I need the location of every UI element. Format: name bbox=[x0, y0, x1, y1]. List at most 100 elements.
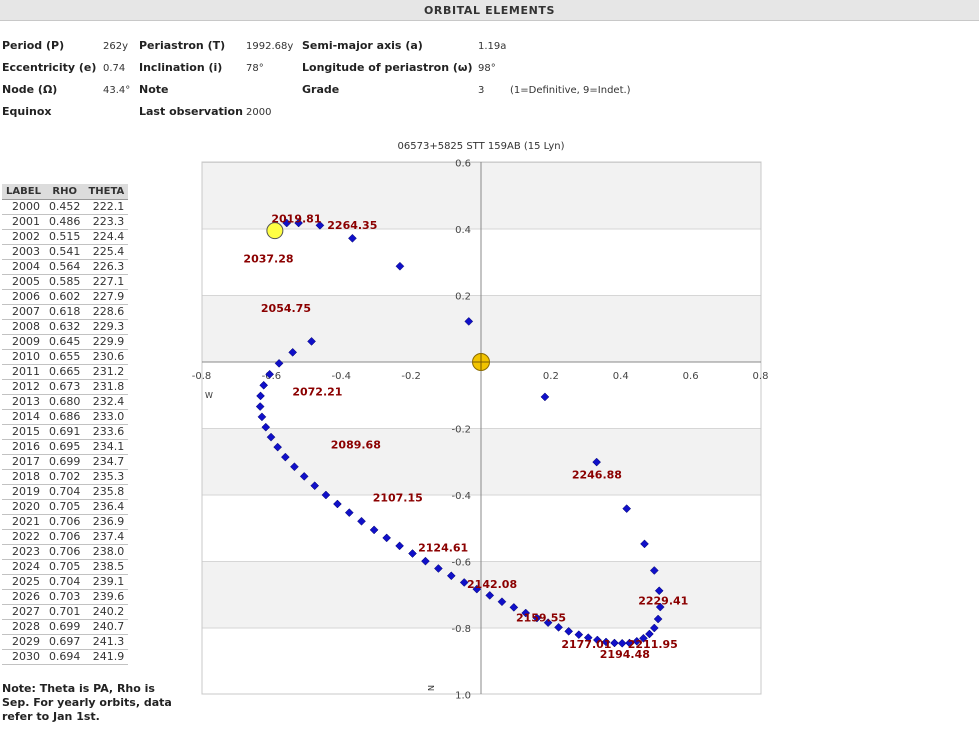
y-tick-label: 0.6 bbox=[455, 159, 471, 170]
column-header-label: LABEL bbox=[2, 184, 45, 200]
row-theta: 233.6 bbox=[84, 424, 129, 440]
orbit-plot-frame: 06573+5825 STT 159AB (15 Lyn) -0.8 -0.6 -0… bbox=[181, 132, 781, 730]
periastron-label: Periastron (T) bbox=[139, 39, 226, 52]
chart-title: 06573+5825 STT 159AB (15 Lyn) bbox=[398, 141, 565, 152]
table-row: 2030 0.694 241.9 bbox=[2, 649, 129, 665]
row-rho: 0.645 bbox=[44, 334, 85, 350]
row-label: 2007 bbox=[2, 304, 45, 320]
table-row: 2027 0.701 240.2 bbox=[2, 604, 129, 620]
row-theta: 224.4 bbox=[84, 229, 129, 245]
column-header-theta: THETA bbox=[84, 184, 129, 200]
epoch-label: 2211.95 bbox=[628, 638, 678, 651]
ephemeris-note: Note: Theta is PA, Rho is Sep. For yearl… bbox=[2, 682, 172, 723]
row-theta: 222.1 bbox=[84, 199, 129, 215]
table-row: 2015 0.691 233.6 bbox=[2, 424, 129, 440]
table-row: 2011 0.665 231.2 bbox=[2, 364, 129, 380]
ephemeris-table: LABEL RHO THETA 2000 0.452 222.1 2001 0.486 2… bbox=[2, 184, 129, 665]
y-tick-label: 0.2 bbox=[455, 292, 471, 303]
row-theta: 232.4 bbox=[84, 394, 129, 410]
table-row: 2001 0.486 223.3 bbox=[2, 214, 129, 230]
x-tick-label: 0.4 bbox=[613, 371, 629, 382]
ephemeris-body: 2000 0.452 222.1 2001 0.486 223.3 2002 0.515 224… bbox=[2, 199, 129, 665]
epoch-label: 2264.35 bbox=[327, 219, 377, 232]
row-rho: 0.702 bbox=[44, 469, 85, 485]
row-rho: 0.699 bbox=[44, 619, 85, 635]
row-label: 2017 bbox=[2, 454, 45, 470]
row-rho: 0.602 bbox=[44, 289, 85, 305]
epoch-label: 2142.08 bbox=[467, 578, 517, 591]
table-row: 2021 0.706 236.9 bbox=[2, 514, 129, 530]
row-rho: 0.486 bbox=[44, 214, 85, 230]
table-row: 2012 0.673 231.8 bbox=[2, 379, 129, 395]
row-theta: 235.8 bbox=[84, 484, 129, 500]
table-row: 2005 0.585 227.1 bbox=[2, 274, 129, 290]
row-theta: 223.3 bbox=[84, 214, 129, 230]
row-theta: 239.1 bbox=[84, 574, 129, 590]
table-row: 2018 0.702 235.3 bbox=[2, 469, 129, 485]
eccentricity-label: Eccentricity (e) bbox=[2, 61, 97, 74]
row-rho: 0.618 bbox=[44, 304, 85, 320]
row-label: 2004 bbox=[2, 259, 45, 275]
last-observation-value: 2000 bbox=[246, 107, 272, 118]
row-label: 2030 bbox=[2, 649, 45, 665]
table-row: 2006 0.602 227.9 bbox=[2, 289, 129, 305]
row-label: 2001 bbox=[2, 214, 45, 230]
row-rho: 0.673 bbox=[44, 379, 85, 395]
row-rho: 0.680 bbox=[44, 394, 85, 410]
y-tick-label: -0.6 bbox=[451, 558, 471, 569]
longitude-periastron-value: 98° bbox=[478, 63, 496, 74]
table-row: 2007 0.618 228.6 bbox=[2, 304, 129, 320]
table-row: 2024 0.705 238.5 bbox=[2, 559, 129, 575]
row-label: 2022 bbox=[2, 529, 45, 545]
epoch-label: 2124.61 bbox=[418, 542, 468, 555]
row-label: 2025 bbox=[2, 574, 45, 590]
y-tick-label: -0.4 bbox=[451, 491, 471, 502]
node-label: Node (Ω) bbox=[2, 83, 58, 96]
epoch-label: 2107.15 bbox=[373, 492, 423, 505]
longitude-periastron-label: Longitude of periastron (ω) bbox=[302, 61, 473, 74]
table-row: 2009 0.645 229.9 bbox=[2, 334, 129, 350]
table-row: 2002 0.515 224.4 bbox=[2, 229, 129, 245]
row-theta: 241.9 bbox=[84, 649, 129, 665]
x-tick-label: -0.2 bbox=[401, 371, 421, 382]
row-rho: 0.686 bbox=[44, 409, 85, 425]
y-tick-label: -0.2 bbox=[451, 425, 471, 436]
row-label: 2015 bbox=[2, 424, 45, 440]
row-theta: 235.3 bbox=[84, 469, 129, 485]
inclination-label: Inclination (i) bbox=[139, 61, 223, 74]
table-row: 2010 0.655 230.6 bbox=[2, 349, 129, 365]
row-label: 2028 bbox=[2, 619, 45, 635]
row-label: 2016 bbox=[2, 439, 45, 455]
row-rho: 0.541 bbox=[44, 244, 85, 260]
row-label: 2027 bbox=[2, 604, 45, 620]
north-label: N bbox=[427, 685, 436, 691]
table-row: 2028 0.699 240.7 bbox=[2, 619, 129, 635]
table-row: 2000 0.452 222.1 bbox=[2, 199, 129, 215]
x-tick-label: 0.6 bbox=[683, 371, 699, 382]
epoch-label: 2072.21 bbox=[292, 385, 342, 398]
west-label: W bbox=[205, 391, 213, 400]
row-theta: 225.4 bbox=[84, 244, 129, 260]
table-row: 2008 0.632 229.3 bbox=[2, 319, 129, 335]
row-label: 2019 bbox=[2, 484, 45, 500]
row-label: 2009 bbox=[2, 334, 45, 350]
row-label: 2003 bbox=[2, 244, 45, 260]
current-position-marker bbox=[266, 222, 284, 240]
row-rho: 0.705 bbox=[44, 559, 85, 575]
grade-label: Grade bbox=[302, 83, 340, 96]
row-theta: 234.7 bbox=[84, 454, 129, 470]
table-row: 2014 0.686 233.0 bbox=[2, 409, 129, 425]
row-rho: 0.691 bbox=[44, 424, 85, 440]
row-theta: 238.0 bbox=[84, 544, 129, 560]
row-theta: 227.1 bbox=[84, 274, 129, 290]
x-tick-label: -0.8 bbox=[192, 371, 212, 382]
table-row: 2023 0.706 238.0 bbox=[2, 544, 129, 560]
orbit-plot: 06573+5825 STT 159AB (15 Lyn) -0.8 -0.6 -0… bbox=[192, 141, 769, 702]
row-rho: 0.699 bbox=[44, 454, 85, 470]
table-row: 2019 0.704 235.8 bbox=[2, 484, 129, 500]
row-label: 2010 bbox=[2, 349, 45, 365]
eccentricity-value: 0.74 bbox=[103, 63, 126, 74]
row-rho: 0.701 bbox=[44, 604, 85, 620]
row-label: 2018 bbox=[2, 469, 45, 485]
row-label: 2011 bbox=[2, 364, 45, 380]
